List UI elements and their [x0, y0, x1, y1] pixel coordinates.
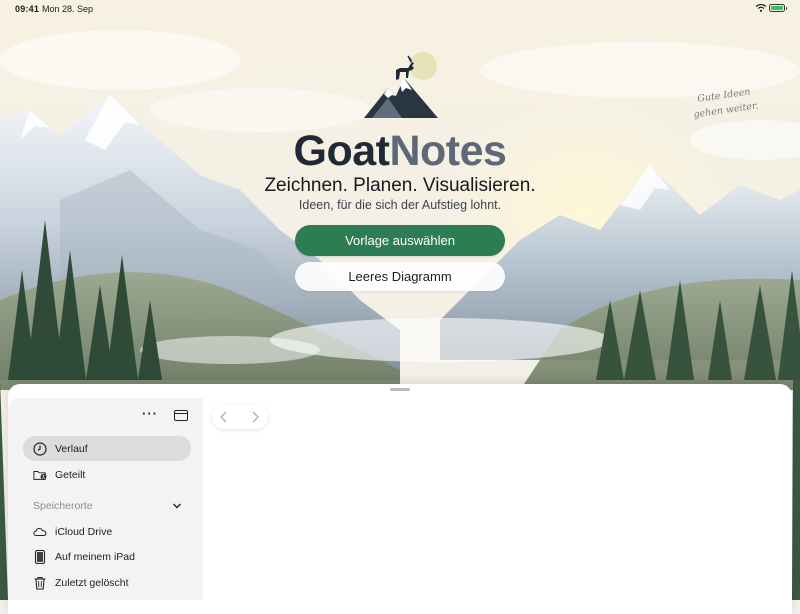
choose-template-button[interactable]: Vorlage auswählen	[295, 225, 505, 256]
tagline: Zeichnen. Planen. Visualisieren.	[264, 175, 536, 196]
brand-goat: Goat	[293, 127, 390, 175]
chevron-down-icon[interactable]	[172, 502, 182, 510]
sidebar-item-recently-deleted[interactable]: Zuletzt gelöscht	[23, 570, 191, 595]
goat-mountain-logo	[364, 52, 438, 118]
shared-folder-icon	[33, 471, 47, 480]
sidebar-item-on-my-ipad[interactable]: Auf meinem iPad	[23, 544, 191, 569]
trash-icon	[34, 576, 46, 590]
app-brand-title: GoatNotes	[0, 126, 800, 176]
status-time: 09:41	[15, 4, 40, 14]
wifi-icon	[756, 4, 766, 12]
chevron-right-icon[interactable]	[249, 410, 261, 424]
sidebar-item-label: Verlauf	[55, 443, 88, 455]
chevron-left-icon[interactable]	[218, 410, 230, 424]
sidebar-item-recents[interactable]: Verlauf	[23, 436, 191, 461]
sidebar-item-icloud-drive[interactable]: iCloud Drive	[23, 519, 191, 544]
status-date: Mon 28. Sep	[42, 4, 94, 14]
sheet-grabber[interactable]	[390, 388, 410, 391]
sidebar-item-label: iCloud Drive	[55, 526, 113, 538]
brand-notes: Notes	[389, 127, 507, 175]
locations-section-header[interactable]: Speicherorte	[33, 500, 93, 512]
ipad-icon	[34, 550, 46, 564]
subtitle: Ideen, für die sich der Aufstieg lohnt.	[298, 198, 502, 212]
sidebar-toggle-icon[interactable]	[174, 410, 188, 421]
blank-diagram-button[interactable]: Leeres Diagramm	[295, 262, 505, 291]
status-bar: 09:41 Mon 28. Sep	[0, 0, 800, 18]
sidebar-item-label: Geteilt	[55, 469, 86, 481]
sidebar-item-label: Zuletzt gelöscht	[55, 577, 129, 589]
battery-icon	[769, 4, 787, 12]
sidebar-item-label: Auf meinem iPad	[55, 551, 135, 563]
clock-icon	[33, 442, 47, 456]
sidebar-item-shared[interactable]: Geteilt	[23, 462, 191, 487]
ellipsis-icon[interactable]: ···	[142, 407, 157, 421]
cloud-icon	[33, 528, 47, 536]
